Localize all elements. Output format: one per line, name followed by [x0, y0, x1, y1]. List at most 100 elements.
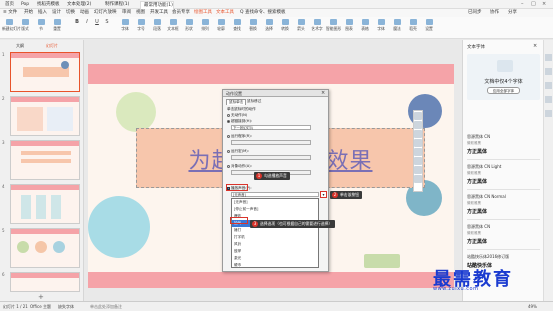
- fontsize-button[interactable]: 字号: [134, 19, 148, 32]
- tab-templates[interactable]: 找稻壳模板: [34, 1, 60, 9]
- notes-placeholder[interactable]: 单击此处添加备注: [90, 304, 122, 310]
- menu-text-tools[interactable]: 文本工具: [216, 10, 234, 16]
- font-card[interactable]: 思源黑体 CN 微软雅黑 方正黑体: [467, 224, 540, 250]
- minimize-icon[interactable]: –: [521, 1, 524, 7]
- tab-pop[interactable]: Pop: [18, 1, 32, 9]
- effect-icon[interactable]: [414, 166, 422, 174]
- table-button[interactable]: 表格: [358, 19, 372, 32]
- missing-fonts[interactable]: 缺失字体: [58, 304, 74, 310]
- list-item[interactable]: 锤打: [232, 227, 318, 234]
- select-button[interactable]: 选择: [262, 19, 276, 32]
- menu-slideshow[interactable]: 幻灯片放映: [94, 10, 117, 16]
- smartart-button[interactable]: 智能图形: [326, 19, 341, 32]
- backup-icon[interactable]: [545, 110, 552, 117]
- menu-drawing-tools[interactable]: 绘图工具: [194, 10, 212, 16]
- panel-close-icon[interactable]: ×: [533, 43, 537, 49]
- font-button[interactable]: 字体: [118, 19, 132, 32]
- option-object-action[interactable]: 对象动作(A):: [227, 164, 252, 169]
- maximize-icon[interactable]: □: [531, 1, 536, 7]
- magic-button[interactable]: 魔法: [390, 19, 404, 32]
- property-icon[interactable]: [545, 54, 552, 61]
- shape-button[interactable]: 形状: [182, 19, 196, 32]
- tab-slides[interactable]: 幻灯片: [46, 43, 58, 49]
- zoom-level[interactable]: 49%: [528, 304, 537, 309]
- arrange-button[interactable]: 排列: [198, 19, 212, 32]
- menu-devtools[interactable]: 开发工具: [150, 10, 168, 16]
- menu-share[interactable]: 分享: [508, 10, 517, 16]
- select-icon[interactable]: [545, 82, 552, 89]
- convert-button[interactable]: 转换: [278, 19, 292, 32]
- menu-animation[interactable]: 动画: [80, 10, 89, 16]
- paragraph-button[interactable]: 段落: [150, 19, 164, 32]
- dropdown-arrow-button[interactable]: ▾: [320, 191, 327, 198]
- arrow-button[interactable]: 箭头: [294, 19, 308, 32]
- slide-thumbnail-1[interactable]: [10, 52, 80, 92]
- menu-file[interactable]: ≡ 文件: [3, 10, 17, 16]
- menu-design[interactable]: 设计: [52, 10, 61, 16]
- search-command[interactable]: Q 查找命令、搜索模板: [240, 10, 285, 16]
- textbox-button[interactable]: 文本框: [166, 19, 180, 32]
- font-card[interactable]: 思源黑体 CN Normal 微软雅黑 方正黑体: [467, 194, 540, 220]
- sound-dropdown-list[interactable]: [无声音] [停止前一声音] 爆炸 抽气 锤打 打字机 风铃 鼓掌 激光 硬币: [231, 198, 319, 268]
- menu-view[interactable]: 视图: [136, 10, 145, 16]
- font-card[interactable]: 思源黑体 CN Light 微软雅黑 方正黑体: [467, 164, 540, 190]
- macro-select[interactable]: [231, 155, 311, 160]
- pen-icon[interactable]: [414, 130, 422, 138]
- list-item[interactable]: 激光: [232, 255, 318, 262]
- menu-transition[interactable]: 切换: [66, 10, 75, 16]
- list-item[interactable]: [无声音]: [232, 199, 318, 206]
- tab-mouse-click[interactable]: 鼠标单击: [226, 99, 247, 105]
- close-icon[interactable]: ×: [542, 1, 546, 7]
- option-run-macro[interactable]: 运行宏(M):: [227, 149, 249, 154]
- apply-fonts-button[interactable]: 应用全部字体: [487, 87, 520, 94]
- animation-icon[interactable]: [414, 157, 422, 165]
- new-slide-button[interactable]: 新建幻灯片: [2, 19, 21, 32]
- sync-status[interactable]: 已同步: [468, 10, 482, 16]
- layout-button[interactable]: 版式: [18, 19, 32, 32]
- tab-doc-active[interactable]: 最常用功能(1): [140, 1, 174, 9]
- more-icon[interactable]: [414, 175, 422, 183]
- slide-thumbnail-6[interactable]: [10, 272, 80, 292]
- settings-button[interactable]: 设置: [422, 19, 436, 32]
- slide-thumbnail-2[interactable]: [10, 96, 80, 136]
- sound-select[interactable]: [无声音]: [231, 192, 319, 197]
- menu-review[interactable]: 审阅: [122, 10, 131, 16]
- list-item[interactable]: 硬币: [232, 262, 318, 269]
- menu-collab[interactable]: 协作: [490, 10, 499, 16]
- add-slide-button[interactable]: +: [38, 293, 44, 301]
- fill-icon[interactable]: [414, 139, 422, 147]
- slide-thumbnail-5[interactable]: [10, 228, 80, 268]
- list-item[interactable]: 打字机: [232, 234, 318, 241]
- replace-button[interactable]: 替换: [246, 19, 260, 32]
- tab-home[interactable]: 首页: [2, 1, 16, 9]
- list-item[interactable]: 风铃: [232, 241, 318, 248]
- program-input[interactable]: [231, 140, 311, 145]
- list-item[interactable]: [停止前一声音]: [232, 206, 318, 213]
- animation-icon[interactable]: [545, 68, 552, 75]
- outline-button[interactable]: 轮廓: [214, 19, 228, 32]
- layer-icon[interactable]: [414, 121, 422, 129]
- find-button[interactable]: 查找: [230, 19, 244, 32]
- menu-insert[interactable]: 插入: [38, 10, 47, 16]
- tab-mouse-over[interactable]: 鼠标移过: [245, 99, 263, 104]
- wordart-button[interactable]: 艺术字: [310, 19, 324, 32]
- section-button[interactable]: 节: [34, 19, 48, 32]
- strike-button[interactable]: S: [100, 19, 114, 25]
- option-no-action[interactable]: 无动作(N): [227, 113, 247, 118]
- docer-button[interactable]: 稻壳: [406, 19, 420, 32]
- font-lib-button[interactable]: 字体: [374, 19, 388, 32]
- border-icon[interactable]: [414, 148, 422, 156]
- dialog-close-icon[interactable]: ×: [321, 90, 325, 96]
- option-run-program[interactable]: 运行程序(R):: [227, 134, 252, 139]
- slide-thumbnail-3[interactable]: [10, 140, 80, 180]
- tab-doc-2[interactable]: 制作课程(1): [102, 1, 136, 9]
- tab-doc-1[interactable]: 文本处理(2): [64, 1, 98, 9]
- list-item[interactable]: 鼓掌: [232, 248, 318, 255]
- font-card[interactable]: 思源黑体 CN 微软雅黑 方正黑体: [467, 134, 540, 160]
- option-hyperlink[interactable]: 超链接到(H):: [227, 119, 252, 124]
- chart-button[interactable]: 图表: [342, 19, 356, 32]
- menu-member[interactable]: 会员专享: [172, 10, 190, 16]
- menu-start[interactable]: 开始: [24, 10, 33, 16]
- slide-thumbnail-4[interactable]: [10, 184, 80, 224]
- reset-button[interactable]: 重置: [50, 19, 64, 32]
